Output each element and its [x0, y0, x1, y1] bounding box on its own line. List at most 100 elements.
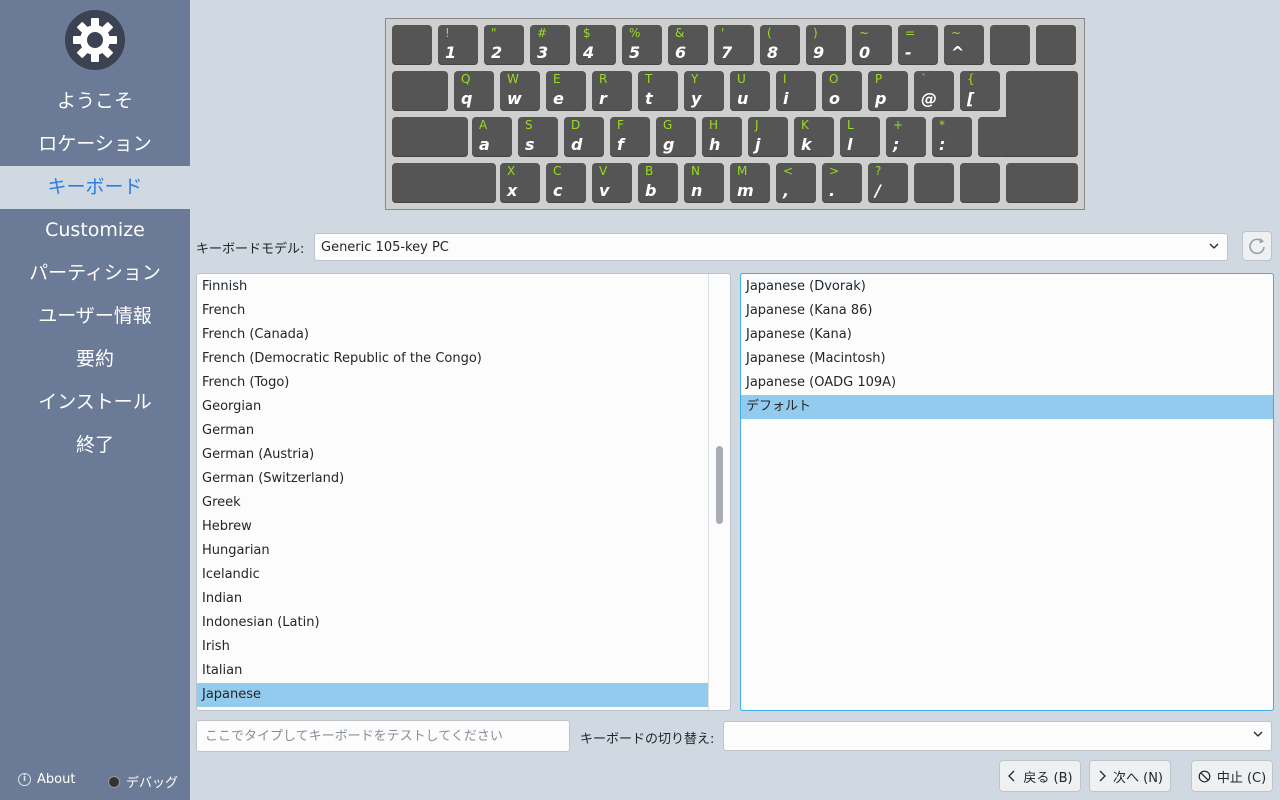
debug-button[interactable]: デバッグ: [108, 772, 178, 791]
key-base-label: .: [829, 181, 836, 200]
key: [1036, 25, 1076, 65]
key: Ll: [840, 117, 880, 157]
variant-list-item[interactable]: Japanese (Macintosh): [741, 347, 1273, 371]
variant-list-item[interactable]: Japanese (OADG 109A): [741, 371, 1273, 395]
keyboard-test-input[interactable]: [196, 720, 570, 752]
reset-model-button[interactable]: [1242, 231, 1272, 261]
variant-list-item[interactable]: Japanese (Dvorak): [741, 275, 1273, 299]
keyboard-switch-select[interactable]: [723, 721, 1272, 751]
key: Cc: [546, 163, 586, 203]
key-shift-label: C: [553, 164, 562, 178]
key-shift-label: J: [755, 118, 759, 132]
key-shift-label: L: [847, 118, 854, 132]
sidebar-item-6[interactable]: 要約: [0, 338, 190, 381]
layout-list-item[interactable]: French (Democratic Republic of the Congo…: [197, 347, 709, 371]
next-button[interactable]: 次へ (N): [1089, 760, 1171, 792]
layout-list-item[interactable]: Italian: [197, 659, 709, 683]
variant-list-item[interactable]: デフォルト: [741, 395, 1273, 419]
sidebar-item-0[interactable]: ようこそ: [0, 80, 190, 123]
key: Jj: [748, 117, 788, 157]
layout-list-item[interactable]: Greek: [197, 491, 709, 515]
key-shift-label: #: [537, 26, 548, 40]
key: Tt: [638, 71, 678, 111]
key-shift-label: K: [801, 118, 809, 132]
sidebar-item-3[interactable]: Customize: [0, 209, 190, 252]
key-base-label: -: [905, 43, 912, 62]
enter-key: [1006, 71, 1078, 157]
chevron-down-icon: [1253, 731, 1263, 737]
layout-list-item[interactable]: French (Canada): [197, 323, 709, 347]
key: Uu: [730, 71, 770, 111]
layout-list-item[interactable]: French (Togo): [197, 371, 709, 395]
layout-list-scrollbar[interactable]: [708, 274, 730, 710]
key-shift-label: >: [829, 164, 840, 178]
key: [392, 117, 468, 157]
layout-list-item[interactable]: Icelandic: [197, 563, 709, 587]
layout-list-item[interactable]: French: [197, 299, 709, 323]
key: [990, 25, 1030, 65]
key-base-label: s: [525, 135, 535, 154]
sidebar-item-7[interactable]: インストール: [0, 381, 190, 424]
key-base-label: l: [847, 135, 853, 154]
debug-icon: [108, 775, 120, 788]
key: Yy: [684, 71, 724, 111]
layout-list-item[interactable]: Japanese: [197, 683, 709, 707]
key-shift-label: F: [617, 118, 624, 132]
key-shift-label: $: [583, 26, 591, 40]
key-base-label: 3: [537, 43, 549, 62]
variant-list[interactable]: Japanese (Dvorak) Japanese (Kana 86) Japan…: [740, 273, 1274, 711]
key-base-label: v: [599, 181, 610, 200]
key-shift-label: =: [905, 26, 916, 40]
key-shift-label: Q: [461, 72, 471, 86]
key-base-label: 4: [583, 43, 595, 62]
scrollbar-thumb[interactable]: [716, 446, 723, 524]
key-base-label: u: [737, 89, 749, 108]
keyboard-model-select[interactable]: Generic 105-key PC: [314, 233, 1228, 261]
sidebar-item-1[interactable]: ロケーション: [0, 123, 190, 166]
layout-list-item[interactable]: German: [197, 419, 709, 443]
layout-list-item[interactable]: Hebrew: [197, 515, 709, 539]
layout-list-item[interactable]: German (Austria): [197, 443, 709, 467]
key-shift-label: X: [507, 164, 516, 178]
key-shift-label: {: [967, 72, 975, 86]
key-base-label: 5: [629, 43, 641, 62]
layout-list-item[interactable]: Finnish: [197, 275, 709, 299]
cancel-button[interactable]: 中止 (C): [1191, 760, 1273, 792]
key-base-label: g: [663, 135, 675, 154]
key-shift-label: ~: [859, 26, 870, 40]
layout-list-item[interactable]: German (Switzerland): [197, 467, 709, 491]
sidebar-item-8[interactable]: 終了: [0, 424, 190, 467]
key-base-label: 6: [675, 43, 687, 62]
variant-list-item[interactable]: Japanese (Kana): [741, 323, 1273, 347]
layout-list-item[interactable]: Hungarian: [197, 539, 709, 563]
key-base-label: k: [801, 135, 812, 154]
about-button[interactable]: i About: [18, 772, 75, 787]
key-shift-label: ): [813, 26, 818, 40]
key: ~ ^: [944, 25, 984, 65]
layout-list-item[interactable]: Indian: [197, 587, 709, 611]
key-base-label: m: [737, 181, 754, 200]
sidebar-item-4[interactable]: パーティション: [0, 252, 190, 295]
key-base-label: 0: [859, 43, 871, 62]
layout-list-item[interactable]: Indonesian (Latin): [197, 611, 709, 635]
key: Rr: [592, 71, 632, 111]
sidebar-item-5[interactable]: ユーザー情報: [0, 295, 190, 338]
key-shift-label: Y: [691, 72, 699, 86]
variant-list-item[interactable]: Japanese (Kana 86): [741, 299, 1273, 323]
layout-list-item[interactable]: Irish: [197, 635, 709, 659]
key-base-label: a: [479, 135, 490, 154]
back-button[interactable]: 戻る (B): [999, 760, 1081, 792]
key-shift-label: H: [709, 118, 719, 132]
key-shift-label: ": [491, 26, 497, 40]
key-shift-label: O: [829, 72, 839, 86]
key-shift-label: D: [571, 118, 581, 132]
info-icon: i: [18, 773, 31, 786]
key-base-label: i: [783, 89, 789, 108]
key: Pp: [868, 71, 908, 111]
key: [1006, 163, 1078, 203]
layout-list-item[interactable]: Georgian: [197, 395, 709, 419]
key: Dd: [564, 117, 604, 157]
key: #3: [530, 25, 570, 65]
layout-list[interactable]: Finnish French French (Canada) French (Demo…: [196, 273, 731, 711]
sidebar-item-2[interactable]: キーボード: [0, 166, 190, 209]
